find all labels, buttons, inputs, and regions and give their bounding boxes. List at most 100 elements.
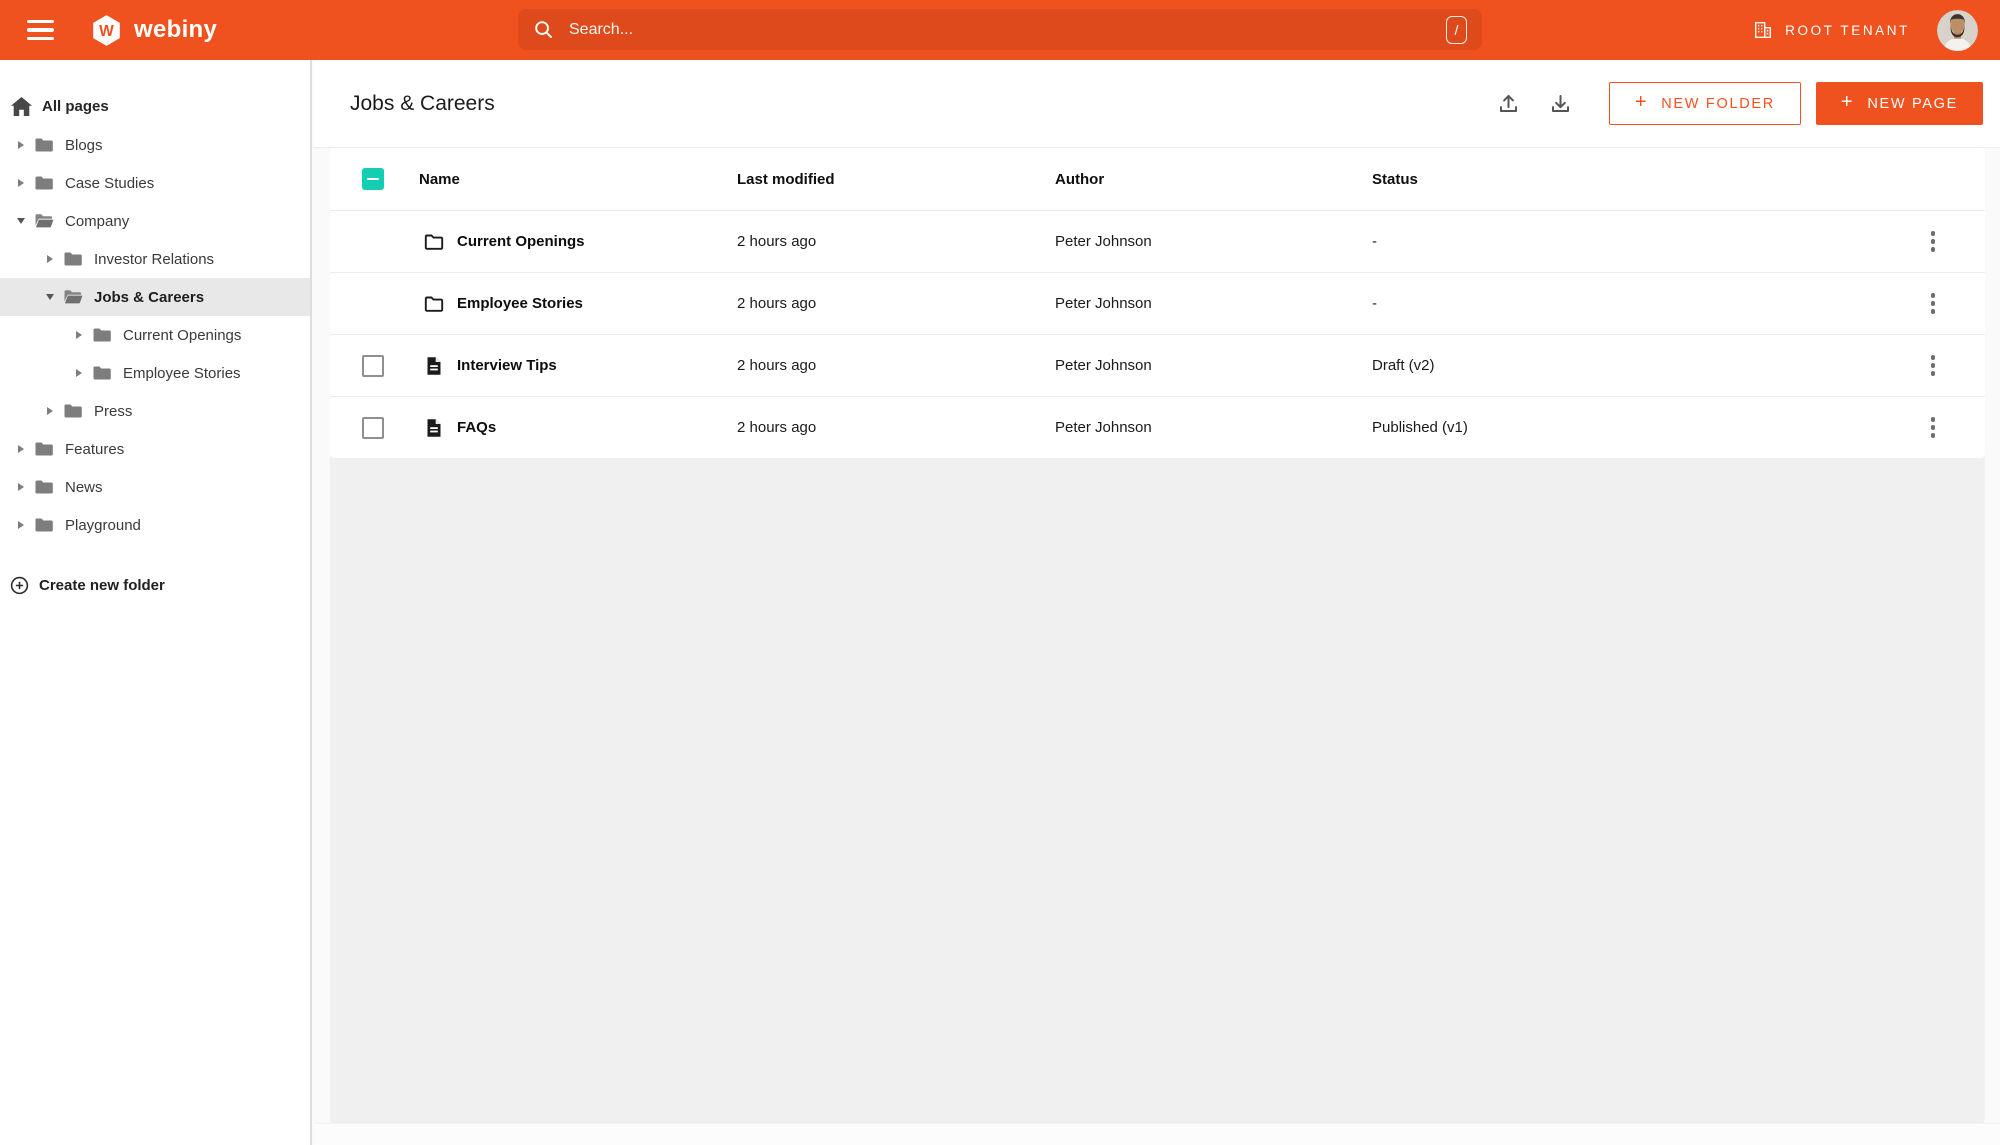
brand-logo[interactable]: W webiny <box>90 14 217 47</box>
row-author: Peter Johnson <box>1055 419 1152 436</box>
plus-circle-icon <box>10 576 29 595</box>
page-document-icon <box>423 355 445 377</box>
select-all-checkbox[interactable] <box>362 168 384 190</box>
download-icon <box>1552 94 1570 113</box>
row-name[interactable]: Employee Stories <box>457 295 583 312</box>
create-new-folder-button[interactable]: Create new folder <box>0 566 310 604</box>
table-row[interactable]: FAQs 2 hours ago Peter Johnson Published… <box>330 396 1985 458</box>
row-status: Published (v1) <box>1372 419 1468 436</box>
user-avatar[interactable] <box>1937 9 1978 51</box>
top-bar: W webiny / ROOT TENANT <box>0 0 2000 60</box>
tenant-label: ROOT TENANT <box>1785 22 1910 38</box>
new-folder-button[interactable]: + NEW FOLDER <box>1608 82 1801 125</box>
column-header-author[interactable]: Author <box>1055 171 1372 188</box>
plus-icon: + <box>1634 91 1649 113</box>
chevron-right-icon[interactable] <box>16 443 26 455</box>
row-last-modified: 2 hours ago <box>737 295 817 312</box>
folder-icon <box>92 325 112 345</box>
sidebar-item-case-studies[interactable]: Case Studies <box>0 164 310 202</box>
column-header-name[interactable]: Name <box>419 171 737 188</box>
table-row[interactable]: Current Openings 2 hours ago Peter Johns… <box>330 210 1985 272</box>
sidebar-item-jobs-careers[interactable]: Jobs & Careers <box>0 278 310 316</box>
export-download-button[interactable] <box>1543 86 1579 122</box>
row-checkbox[interactable] <box>362 416 384 439</box>
folder-icon <box>63 249 83 269</box>
row-name[interactable]: FAQs <box>457 419 496 436</box>
upload-icon <box>1500 94 1518 113</box>
sidebar-item-features[interactable]: Features <box>0 430 310 468</box>
folder-sidebar: All pages Blogs Case Studies Company Inv… <box>0 60 312 1145</box>
row-name[interactable]: Interview Tips <box>457 357 557 374</box>
svg-text:W: W <box>99 22 114 39</box>
new-page-button[interactable]: + NEW PAGE <box>1815 82 1983 125</box>
row-last-modified: 2 hours ago <box>737 233 817 250</box>
sidebar-item-playground[interactable]: Playground <box>0 506 310 544</box>
folder-outline-icon <box>423 293 445 315</box>
row-author: Peter Johnson <box>1055 357 1152 374</box>
sidebar-item-all-pages[interactable]: All pages <box>0 87 310 125</box>
topbar-right: ROOT TENANT <box>1753 0 1978 60</box>
column-header-status[interactable]: Status <box>1372 171 1881 188</box>
folder-open-icon <box>63 287 83 307</box>
folder-icon <box>63 401 83 421</box>
row-checkbox[interactable] <box>362 354 384 377</box>
folder-tree: Blogs Case Studies Company Investor Rela… <box>0 126 310 544</box>
webiny-hexagon-icon: W <box>90 14 123 47</box>
chevron-right-icon[interactable] <box>45 405 55 417</box>
kebab-menu-icon[interactable] <box>1925 287 1942 320</box>
search-input[interactable] <box>567 19 1446 40</box>
sidebar-item-press[interactable]: Press <box>0 392 310 430</box>
hamburger-menu-icon[interactable] <box>25 16 56 44</box>
folder-icon <box>34 173 54 193</box>
chevron-right-icon[interactable] <box>74 367 84 379</box>
chevron-right-icon[interactable] <box>16 481 26 493</box>
sidebar-item-news[interactable]: News <box>0 468 310 506</box>
sidebar-item-investor-relations[interactable]: Investor Relations <box>0 240 310 278</box>
page-document-icon <box>423 417 445 439</box>
chevron-down-icon[interactable] <box>45 291 55 303</box>
column-header-last-modified[interactable]: Last modified <box>737 171 1055 188</box>
tenant-selector[interactable]: ROOT TENANT <box>1753 20 1910 40</box>
page-header: Jobs & Careers + NEW FOLDER + NEW PAGE <box>314 60 2000 148</box>
chevron-right-icon[interactable] <box>74 329 84 341</box>
row-status: - <box>1372 233 1377 250</box>
search-bar[interactable]: / <box>518 9 1482 50</box>
content-area: Name Last modified Author Status Current… <box>314 148 2000 1145</box>
table-row[interactable]: Employee Stories 2 hours ago Peter Johns… <box>330 272 1985 334</box>
footer-strip <box>314 1123 2000 1145</box>
row-author: Peter Johnson <box>1055 295 1152 312</box>
slash-shortcut-badge: / <box>1446 15 1467 44</box>
folder-icon <box>34 135 54 155</box>
sidebar-item-blogs[interactable]: Blogs <box>0 126 310 164</box>
kebab-menu-icon[interactable] <box>1925 349 1942 382</box>
chevron-right-icon[interactable] <box>16 519 26 531</box>
home-icon <box>11 96 32 116</box>
chevron-right-icon[interactable] <box>16 139 26 151</box>
header-actions: + NEW FOLDER + NEW PAGE <box>1491 82 1983 125</box>
row-name[interactable]: Current Openings <box>457 233 585 250</box>
tenant-building-icon <box>1753 20 1773 40</box>
table-header-row: Name Last modified Author Status <box>330 148 1985 210</box>
table-panel: Name Last modified Author Status Current… <box>330 148 1985 1123</box>
sidebar-item-company[interactable]: Company <box>0 202 310 240</box>
table-row[interactable]: Interview Tips 2 hours ago Peter Johnson… <box>330 334 1985 396</box>
pages-table: Name Last modified Author Status Current… <box>330 148 1985 458</box>
chevron-down-icon[interactable] <box>16 215 26 227</box>
chevron-right-icon[interactable] <box>45 253 55 265</box>
sidebar-item-current-openings[interactable]: Current Openings <box>0 316 310 354</box>
row-status: - <box>1372 295 1377 312</box>
kebab-menu-icon[interactable] <box>1925 225 1942 258</box>
folder-icon <box>34 439 54 459</box>
folder-open-icon <box>34 211 54 231</box>
chevron-right-icon[interactable] <box>16 177 26 189</box>
row-author: Peter Johnson <box>1055 233 1152 250</box>
row-last-modified: 2 hours ago <box>737 419 817 436</box>
sidebar-item-employee-stories[interactable]: Employee Stories <box>0 354 310 392</box>
import-upload-button[interactable] <box>1491 86 1527 122</box>
folder-outline-icon <box>423 231 445 253</box>
page-title: Jobs & Careers <box>350 91 495 115</box>
folder-icon <box>34 477 54 497</box>
main-content: Jobs & Careers + NEW FOLDER + NEW PAGE N… <box>314 60 2000 1145</box>
kebab-menu-icon[interactable] <box>1925 411 1942 444</box>
webiny-app: W webiny / ROOT TENANT <box>0 0 2000 1145</box>
